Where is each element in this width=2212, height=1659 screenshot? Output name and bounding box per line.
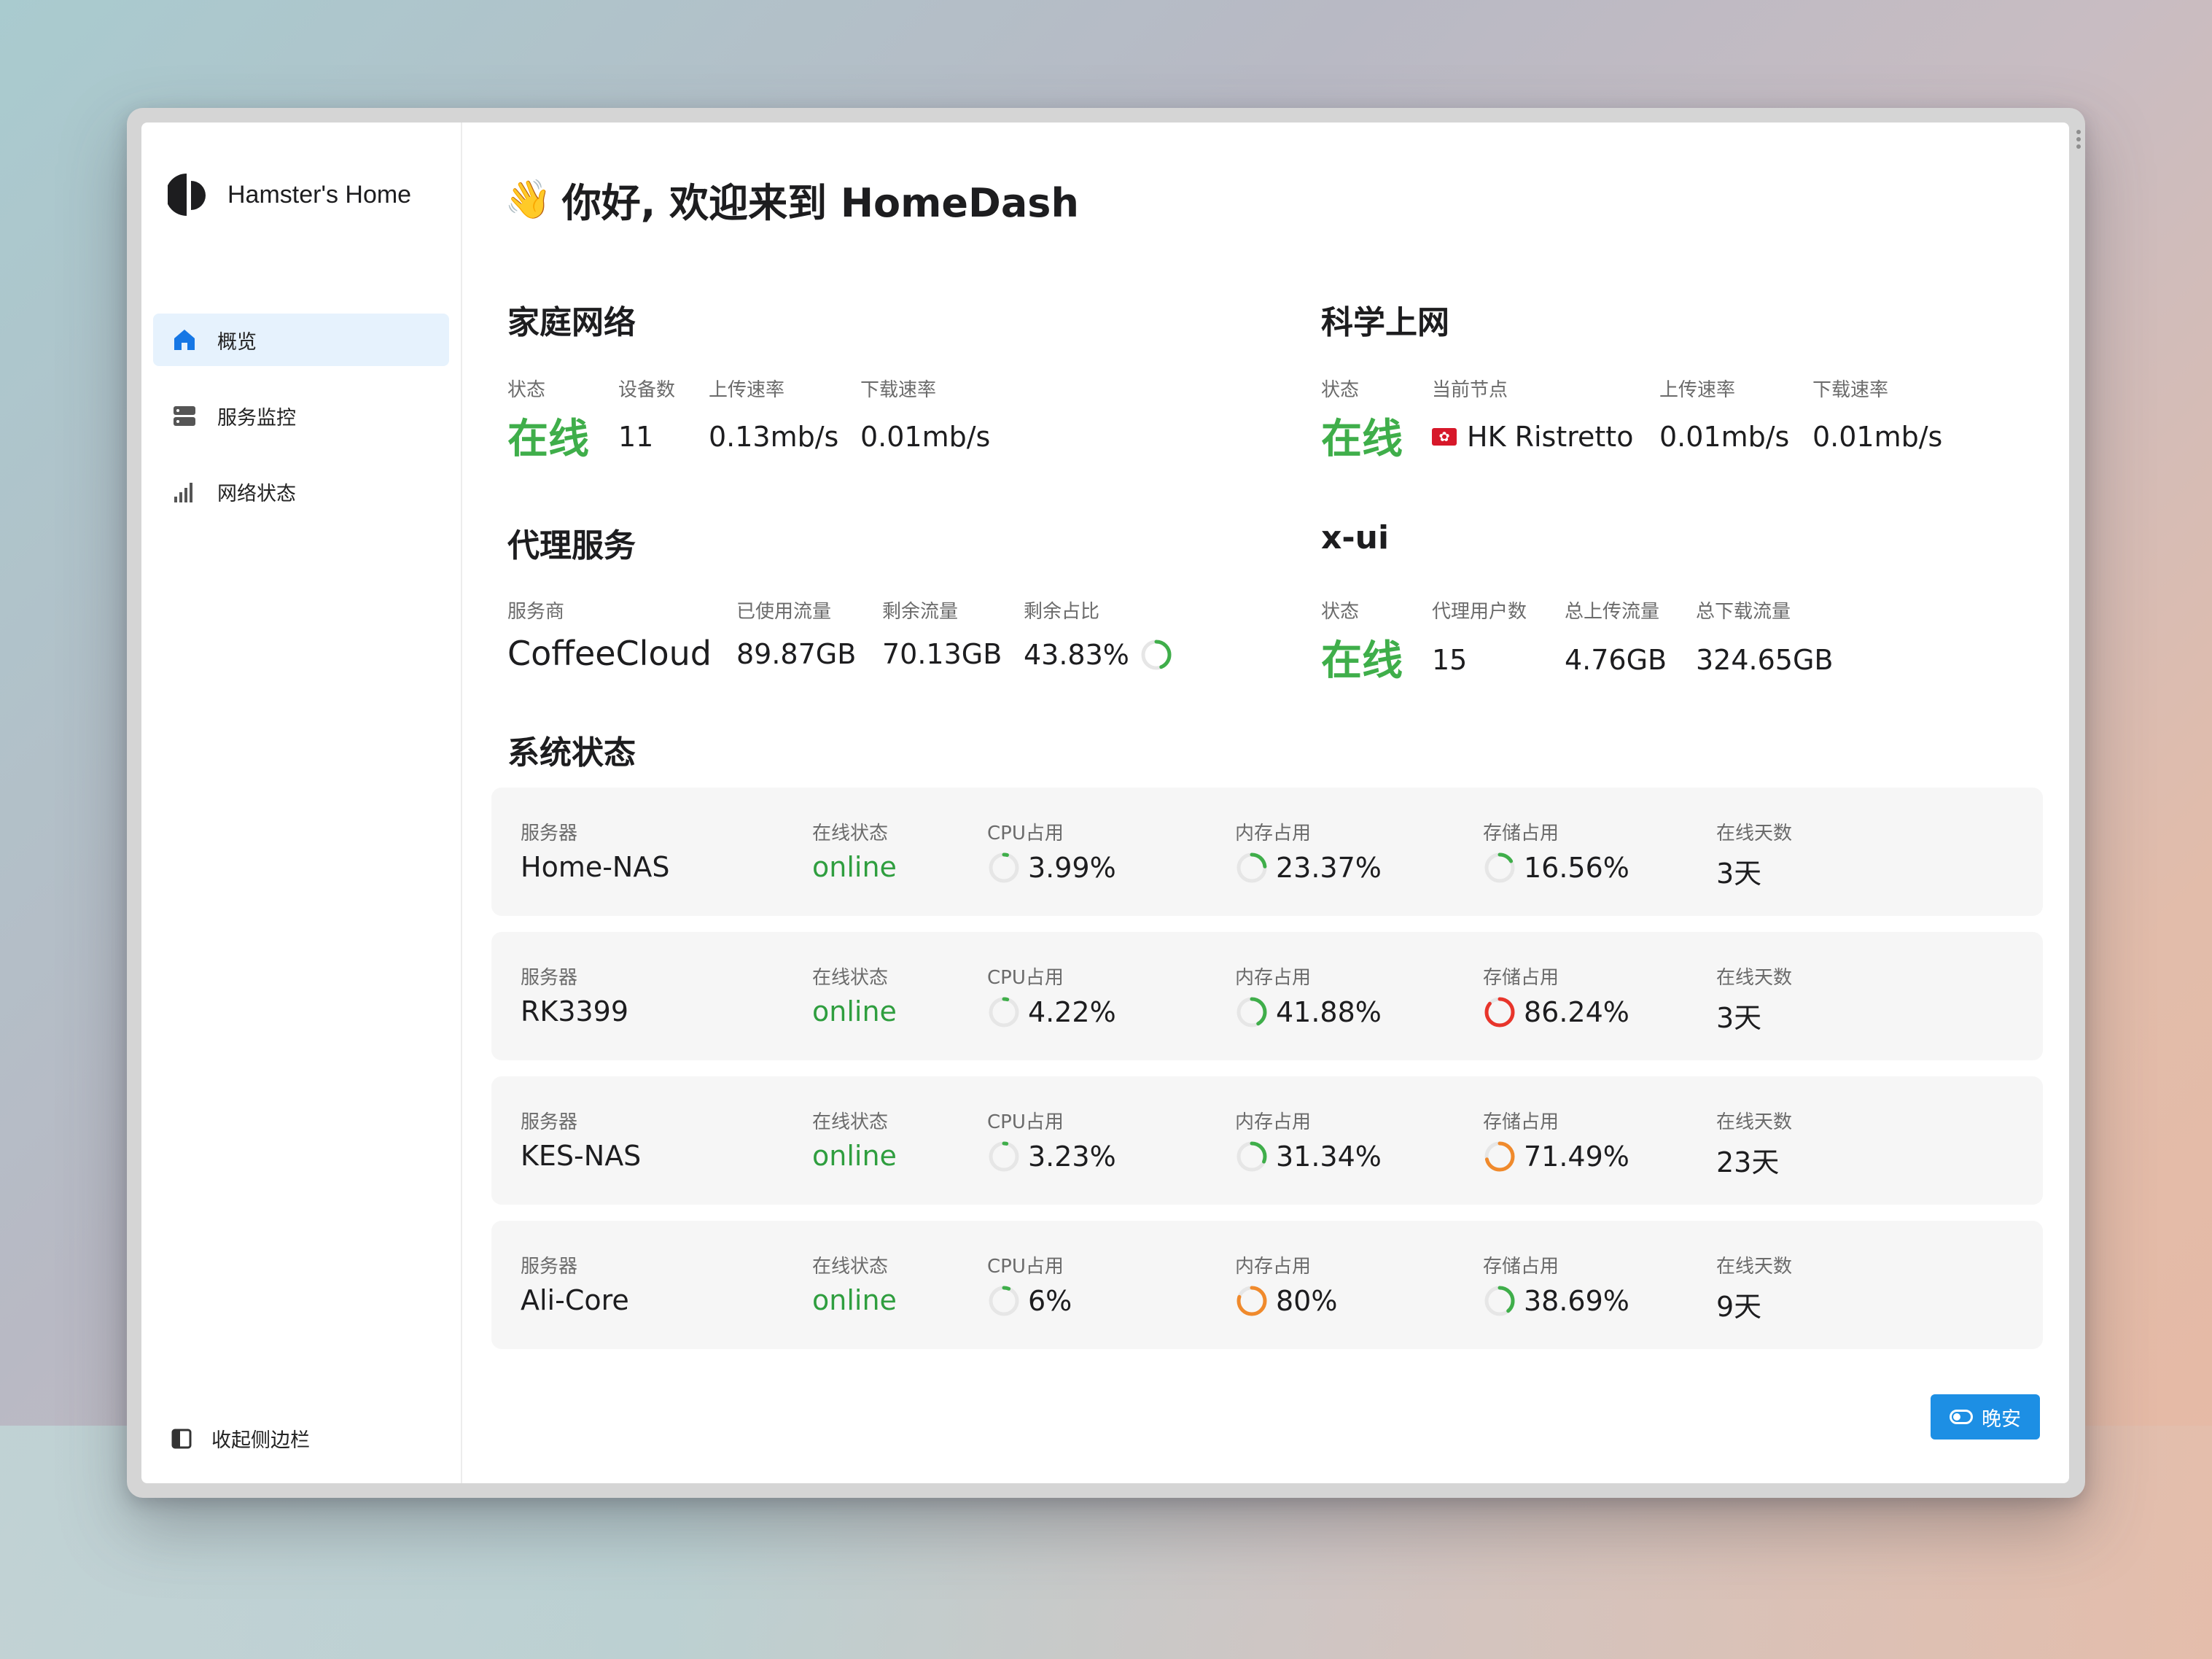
server-cpu: CPU占用 3.99%	[987, 823, 1116, 884]
server-storage: 存储占用 38.69%	[1483, 1256, 1629, 1317]
window-grip[interactable]	[2076, 130, 2082, 152]
home-network-status: 状态 在线	[507, 379, 589, 463]
system-status-title: 系统状态	[507, 734, 636, 772]
progress-ring	[1141, 640, 1172, 670]
cpu-ring	[989, 997, 1019, 1027]
sidebar: Hamster's Home 概览 服务监控 网络状态 收起侧边栏	[141, 123, 462, 1483]
collapse-label: 收起侧边栏	[211, 1429, 310, 1452]
server-name: 服务器 KES-NAS	[521, 1111, 642, 1172]
memory-ring	[1237, 997, 1267, 1027]
xui-download-total: 总下载流量 324.65GB	[1696, 601, 1834, 676]
hong-kong-flag-icon: ✿	[1432, 428, 1457, 446]
server-online: 在线状态 online	[812, 1256, 897, 1316]
server-memory: 内存占用 80%	[1235, 1256, 1338, 1317]
storage-ring	[1484, 1286, 1515, 1316]
sidebar-item-network-status[interactable]: 网络状态	[153, 465, 449, 518]
storage-ring	[1484, 852, 1515, 883]
brand: Hamster's Home	[168, 171, 411, 219]
server-name: 服务器 Ali-Core	[521, 1256, 629, 1316]
storage-ring	[1484, 997, 1515, 1027]
server-memory: 内存占用 31.34%	[1235, 1111, 1382, 1173]
xui-title: x-ui	[1321, 519, 1390, 556]
main-content: 👋 你好, 欢迎来到 HomeDash 家庭网络 状态 在线 设备数 11 上传…	[462, 123, 2069, 1483]
server-name: 服务器 Home-NAS	[521, 823, 670, 883]
server-row[interactable]: 服务器 RK3399 在线状态 online CPU占用 4.22% 内存占用 41.8…	[491, 932, 2043, 1060]
xui-status: 状态 在线	[1321, 601, 1403, 685]
ring-track	[989, 1141, 1019, 1172]
server-storage: 存储占用 16.56%	[1483, 823, 1629, 884]
brand-name: Hamster's Home	[227, 180, 412, 209]
sidebar-nav: 概览 服务监控 网络状态	[153, 314, 449, 541]
theme-toggle-label: 晚安	[1982, 1407, 2021, 1431]
server-online: 在线状态 online	[812, 823, 897, 883]
memory-ring	[1237, 1286, 1267, 1316]
server-cpu: CPU占用 3.23%	[987, 1111, 1116, 1173]
server-list: 服务器 Home-NAS 在线状态 online CPU占用 3.99% 内存占用 23…	[491, 788, 2043, 1365]
server-row[interactable]: 服务器 Ali-Core 在线状态 online CPU占用 6% 内存占用 80% 存…	[491, 1221, 2043, 1349]
server-icon	[171, 402, 198, 430]
server-name: 服务器 RK3399	[521, 967, 629, 1027]
server-uptime: 在线天数 23天	[1716, 1111, 1793, 1178]
science-net-node: 当前节点 ✿ HK Ristretto	[1432, 379, 1634, 453]
server-memory: 内存占用 41.88%	[1235, 967, 1382, 1028]
theme-toggle-button[interactable]: 晚安	[1931, 1394, 2040, 1440]
proxy-ratio: 剩余占比 43.83%	[1024, 597, 1180, 672]
cpu-ring	[989, 1141, 1019, 1172]
server-storage: 存储占用 86.24%	[1483, 967, 1629, 1028]
proxy-remain: 剩余流量 70.13GB	[882, 601, 1002, 670]
science-net-download: 下载速率 0.01mb/s	[1812, 379, 1943, 453]
ring-fill	[1484, 997, 1515, 1027]
home-network-title: 家庭网络	[507, 304, 636, 341]
proxy-title: 代理服务	[507, 527, 636, 564]
storage-ring	[1484, 1141, 1515, 1172]
cpu-ring	[989, 1286, 1019, 1316]
science-net-status: 状态 在线	[1321, 379, 1403, 463]
waving-hand-icon: 👋	[505, 178, 552, 222]
xui-users: 代理用户数 15	[1432, 601, 1527, 676]
ring-track	[989, 1286, 1019, 1316]
home-network-download: 下载速率 0.01mb/s	[860, 379, 991, 453]
brand-logo-icon	[168, 174, 206, 216]
collapse-sidebar-button[interactable]: 收起侧边栏	[171, 1424, 310, 1453]
sidebar-item-label: 网络状态	[217, 482, 296, 505]
home-icon	[171, 326, 198, 354]
toggle-icon	[1950, 1410, 1973, 1424]
xui-upload-total: 总上传流量 4.76GB	[1565, 601, 1667, 676]
science-net-upload: 上传速率 0.01mb/s	[1659, 379, 1790, 453]
signal-bars-icon	[171, 478, 198, 505]
server-storage: 存储占用 71.49%	[1483, 1111, 1629, 1173]
memory-ring	[1237, 1141, 1267, 1172]
home-network-upload: 上传速率 0.13mb/s	[709, 379, 839, 453]
server-online: 在线状态 online	[812, 1111, 897, 1172]
greeting-text: 你好, 欢迎来到 HomeDash	[561, 180, 1079, 226]
sidebar-item-overview[interactable]: 概览	[153, 314, 449, 366]
server-memory: 内存占用 23.37%	[1235, 823, 1382, 884]
server-uptime: 在线天数 3天	[1716, 967, 1793, 1034]
ring-track	[989, 997, 1019, 1027]
home-network-devices: 设备数 11	[618, 379, 676, 453]
sidebar-panel-icon	[171, 1429, 192, 1448]
ring-track	[989, 852, 1019, 883]
server-uptime: 在线天数 9天	[1716, 1256, 1793, 1323]
server-online: 在线状态 online	[812, 967, 897, 1027]
server-row[interactable]: 服务器 Home-NAS 在线状态 online CPU占用 3.99% 内存占用 23…	[491, 788, 2043, 916]
sidebar-item-label: 概览	[217, 330, 257, 354]
server-uptime: 在线天数 3天	[1716, 823, 1793, 890]
server-cpu: CPU占用 4.22%	[987, 967, 1116, 1028]
proxy-used: 已使用流量 89.87GB	[736, 601, 857, 670]
cpu-ring	[989, 852, 1019, 883]
sidebar-item-label: 服务监控	[217, 406, 296, 430]
app-window: Hamster's Home 概览 服务监控 网络状态 收起侧边栏 👋 你好, …	[127, 108, 2085, 1498]
science-net-title: 科学上网	[1321, 304, 1449, 341]
sidebar-item-service-monitor[interactable]: 服务监控	[153, 389, 449, 442]
server-cpu: CPU占用 6%	[987, 1256, 1072, 1317]
page-title: 👋 你好, 欢迎来到 HomeDash	[505, 171, 1079, 228]
proxy-provider: 服务商 CoffeeCloud	[507, 601, 712, 673]
memory-ring	[1237, 852, 1267, 883]
server-row[interactable]: 服务器 KES-NAS 在线状态 online CPU占用 3.23% 内存占用 31.…	[491, 1076, 2043, 1205]
